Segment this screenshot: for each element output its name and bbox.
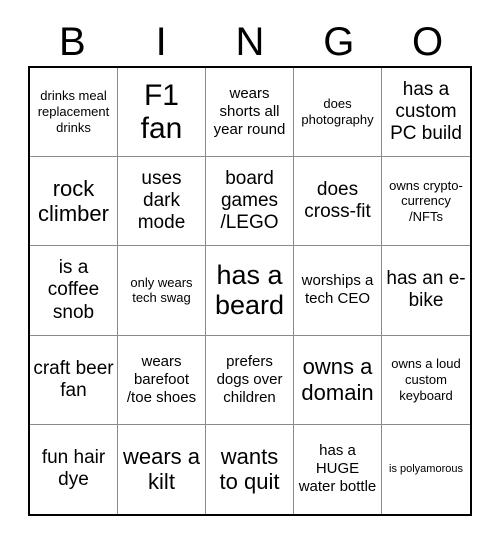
header-letter-n: N <box>235 20 265 64</box>
bingo-cell-n5[interactable]: wants to quit <box>206 424 294 514</box>
bingo-cell-label: has a HUGE water bottle <box>298 442 377 496</box>
bingo-cell-label: craft beer fan <box>33 357 114 401</box>
bingo-cell-label: board games /LEGO <box>220 168 279 234</box>
bingo-cell-label: does photography <box>301 96 374 128</box>
bingo-cell-g1[interactable]: does photography <box>294 68 382 158</box>
bingo-cell-i1[interactable]: F1 fan <box>118 68 206 158</box>
bingo-cell-b3[interactable]: is a coffee snob <box>30 246 118 336</box>
bingo-cell-label: wants to quit <box>219 444 280 495</box>
bingo-header-row: B I N G O <box>28 18 472 66</box>
bingo-cell-label: F1 fan <box>140 78 183 146</box>
bingo-cell-label: has a custom PC build <box>390 79 462 145</box>
bingo-cell-i2[interactable]: uses dark mode <box>118 157 206 247</box>
bingo-cell-label: is polyamorous <box>389 462 463 475</box>
bingo-cell-b2[interactable]: rock climber <box>30 157 118 247</box>
bingo-cell-label: prefers dogs over children <box>216 352 283 406</box>
bingo-cell-label: fun hair dye <box>41 447 106 491</box>
bingo-cell-label: uses dark mode <box>137 168 186 234</box>
bingo-cell-i4[interactable]: wears barefoot /toe shoes <box>118 335 206 425</box>
header-letter-o: O <box>412 20 444 64</box>
bingo-cell-g4[interactable]: owns a domain <box>294 335 382 425</box>
bingo-cell-i5[interactable]: wears a kilt <box>118 424 206 514</box>
bingo-cell-label: is a coffee snob <box>47 257 100 323</box>
bingo-grid: drinks meal replacement drinks F1 fan we… <box>28 66 472 516</box>
bingo-cell-g3[interactable]: worships a tech CEO <box>294 246 382 336</box>
header-letter-i: I <box>155 20 167 64</box>
bingo-cell-o1[interactable]: has a custom PC build <box>382 68 470 158</box>
bingo-cell-label: owns crypto-currency /NFTs <box>389 177 463 225</box>
bingo-cell-label: wears a kilt <box>122 444 201 495</box>
bingo-card: B I N G O drinks meal replacement drinks… <box>0 0 500 544</box>
bingo-cell-n1[interactable]: wears shorts all year round <box>206 68 294 158</box>
bingo-cell-o3[interactable]: has an e-bike <box>382 246 470 336</box>
bingo-cell-n2[interactable]: board games /LEGO <box>206 157 294 247</box>
bingo-cell-b4[interactable]: craft beer fan <box>30 335 118 425</box>
bingo-cell-o4[interactable]: owns a loud custom keyboard <box>382 335 470 425</box>
bingo-cell-o2[interactable]: owns crypto-currency /NFTs <box>382 157 470 247</box>
bingo-cell-n3[interactable]: has a beard <box>206 246 294 336</box>
bingo-cell-label: worships a tech CEO <box>301 272 374 308</box>
bingo-cell-label: does cross-fit <box>304 179 371 223</box>
bingo-cell-label: wears shorts all year round <box>213 85 286 139</box>
bingo-cell-label: wears barefoot /toe shoes <box>126 352 197 406</box>
bingo-cell-n4[interactable]: prefers dogs over children <box>206 335 294 425</box>
bingo-cell-label: has a beard <box>214 260 285 321</box>
bingo-cell-i3[interactable]: only wears tech swag <box>118 246 206 336</box>
bingo-cell-label: rock climber <box>38 175 109 227</box>
bingo-cell-b5[interactable]: fun hair dye <box>30 424 118 514</box>
header-letter-b: B <box>59 20 86 64</box>
header-letter-g: G <box>323 20 355 64</box>
bingo-cell-label: owns a domain <box>301 354 374 405</box>
bingo-cell-g2[interactable]: does cross-fit <box>294 157 382 247</box>
bingo-cell-label: owns a loud custom keyboard <box>391 355 461 403</box>
bingo-cell-g5[interactable]: has a HUGE water bottle <box>294 424 382 514</box>
bingo-cell-o5[interactable]: is polyamorous <box>382 424 470 514</box>
bingo-cell-label: drinks meal replacement drinks <box>37 88 110 136</box>
bingo-cell-b1[interactable]: drinks meal replacement drinks <box>30 68 118 158</box>
bingo-cell-label: only wears tech swag <box>130 274 193 306</box>
bingo-cell-label: has an e-bike <box>386 268 466 312</box>
